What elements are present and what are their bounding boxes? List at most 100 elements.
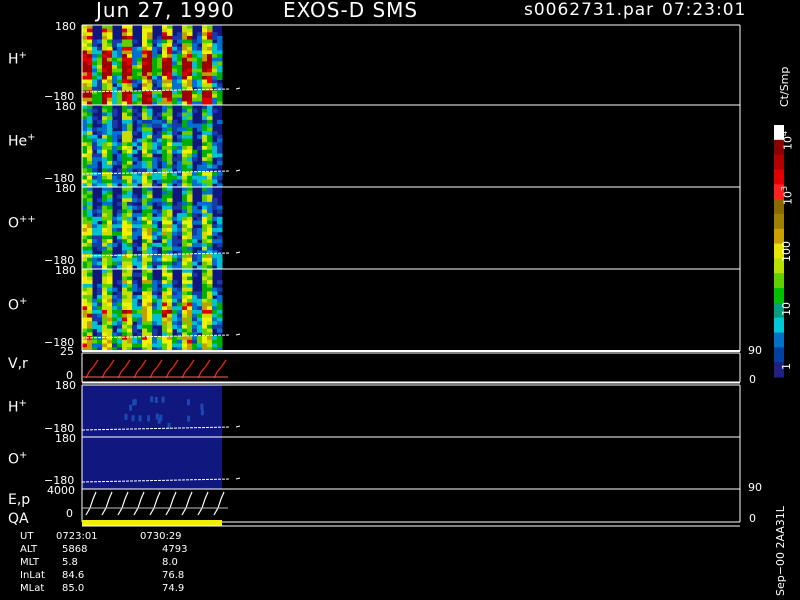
heatmap-cell [102,168,108,173]
heatmap-cell [187,164,193,169]
heatmap-cell [107,242,113,248]
heatmap-cell [97,90,103,95]
heatmap-cell [192,343,198,348]
heatmap-cell [87,90,93,95]
panel-label-o-plus-plus: O++ [8,214,36,232]
heatmap-cell [212,216,218,221]
heatmap-cell [107,317,113,322]
heatmap-cell [167,65,173,70]
heatmap-cell [162,131,168,136]
heatmap-cell [162,339,168,344]
heatmap-cell [187,65,193,70]
heatmap-cell [132,205,138,210]
heatmap-cell [82,224,88,229]
heatmap-cell [202,160,208,166]
heatmap-cell [142,272,148,277]
heatmap-cell [112,254,118,259]
heatmap-cell [202,228,208,233]
heatmap-cell [87,321,93,326]
heatmap-cell [82,220,88,225]
heatmap-cell [162,149,168,154]
heatmap-cell [132,272,138,277]
heatmap-cell [137,54,143,59]
heatmap-cell [202,209,208,214]
heatmap-cell [157,201,163,207]
heatmap-cell [187,25,193,30]
heatmap-cell [112,224,118,229]
tick-p5-top: 180 [55,379,76,392]
heatmap-cell [137,112,143,117]
heatmap-cell [202,298,208,303]
heatmap-cell [82,272,88,277]
heatmap-cell [117,94,123,99]
heatmap-cell [112,119,118,125]
heatmap-cell [202,146,208,151]
heatmap-cell [102,157,108,162]
heatmap-cell [167,239,173,244]
heatmap-cell [142,175,148,180]
heatmap-cell [127,239,133,244]
heatmap-cell [157,149,163,154]
heatmap-cell [157,90,163,95]
heatmap-cell [117,75,123,80]
heatmap-cell [187,146,193,151]
heatmap-cell [102,231,108,236]
heatmap-cell [187,231,193,236]
heatmap-cell [197,317,203,322]
heatmap-cell [122,75,128,80]
heatmap-cell [177,224,183,229]
heatmap-cell [147,220,153,225]
heatmap-cell [192,179,198,184]
heatmap-cell [162,343,168,348]
heatmap-cell [102,228,108,233]
heatmap-cell [197,231,203,236]
heatmap-cell [152,72,158,77]
heatmap-cell [97,242,103,248]
heatmap-cell [132,313,138,318]
heatmap-cell [182,313,188,318]
heatmap-cell [182,190,188,195]
heatmap-cell [92,175,98,180]
heatmap-cell [97,257,103,262]
heatmap-cell [97,336,103,341]
heatmap-cell [147,317,153,322]
heatmap-cell [217,343,223,348]
heatmap-cell [187,160,193,166]
heatmap-cell [167,175,173,180]
heatmap-cell [102,291,108,296]
heatmap-cell [212,324,218,330]
heatmap-cell [177,239,183,244]
heatmap-cell [102,306,108,311]
heatmap-cell [107,172,113,177]
heatmap-cell [97,179,103,184]
heatmap-cell [182,254,188,259]
heatmap-cell [182,302,188,307]
heatmap-cell [117,306,123,311]
heatmap-cell [82,343,88,348]
heatmap-cell [152,157,158,162]
heatmap-cell [117,228,123,233]
heatmap-cell [202,61,208,66]
heatmap-cell [177,127,183,132]
heatmap-cell [102,246,108,251]
heatmap-cell [157,79,163,84]
heatmap-cell [87,324,93,330]
heatmap-cell [127,302,133,307]
heatmap-cell [212,50,218,55]
heatmap-cell [122,228,128,233]
heatmap-cell [167,224,173,229]
heatmap-cell [187,399,190,406]
heatmap-cell [107,72,113,77]
heatmap-cell [182,280,188,285]
heatmap-cell [122,339,128,344]
heatmap-cell [112,160,118,166]
heatmap-cell [167,220,173,225]
heatmap-cell [142,201,148,207]
heatmap-cell [177,231,183,236]
panel-label-ep: E,p [8,492,31,508]
heatmap-cell [202,131,208,136]
heatmap-cell [107,116,113,121]
heatmap-cell [82,131,88,136]
heatmap-cell [157,97,163,102]
heatmap-cell [167,257,173,262]
